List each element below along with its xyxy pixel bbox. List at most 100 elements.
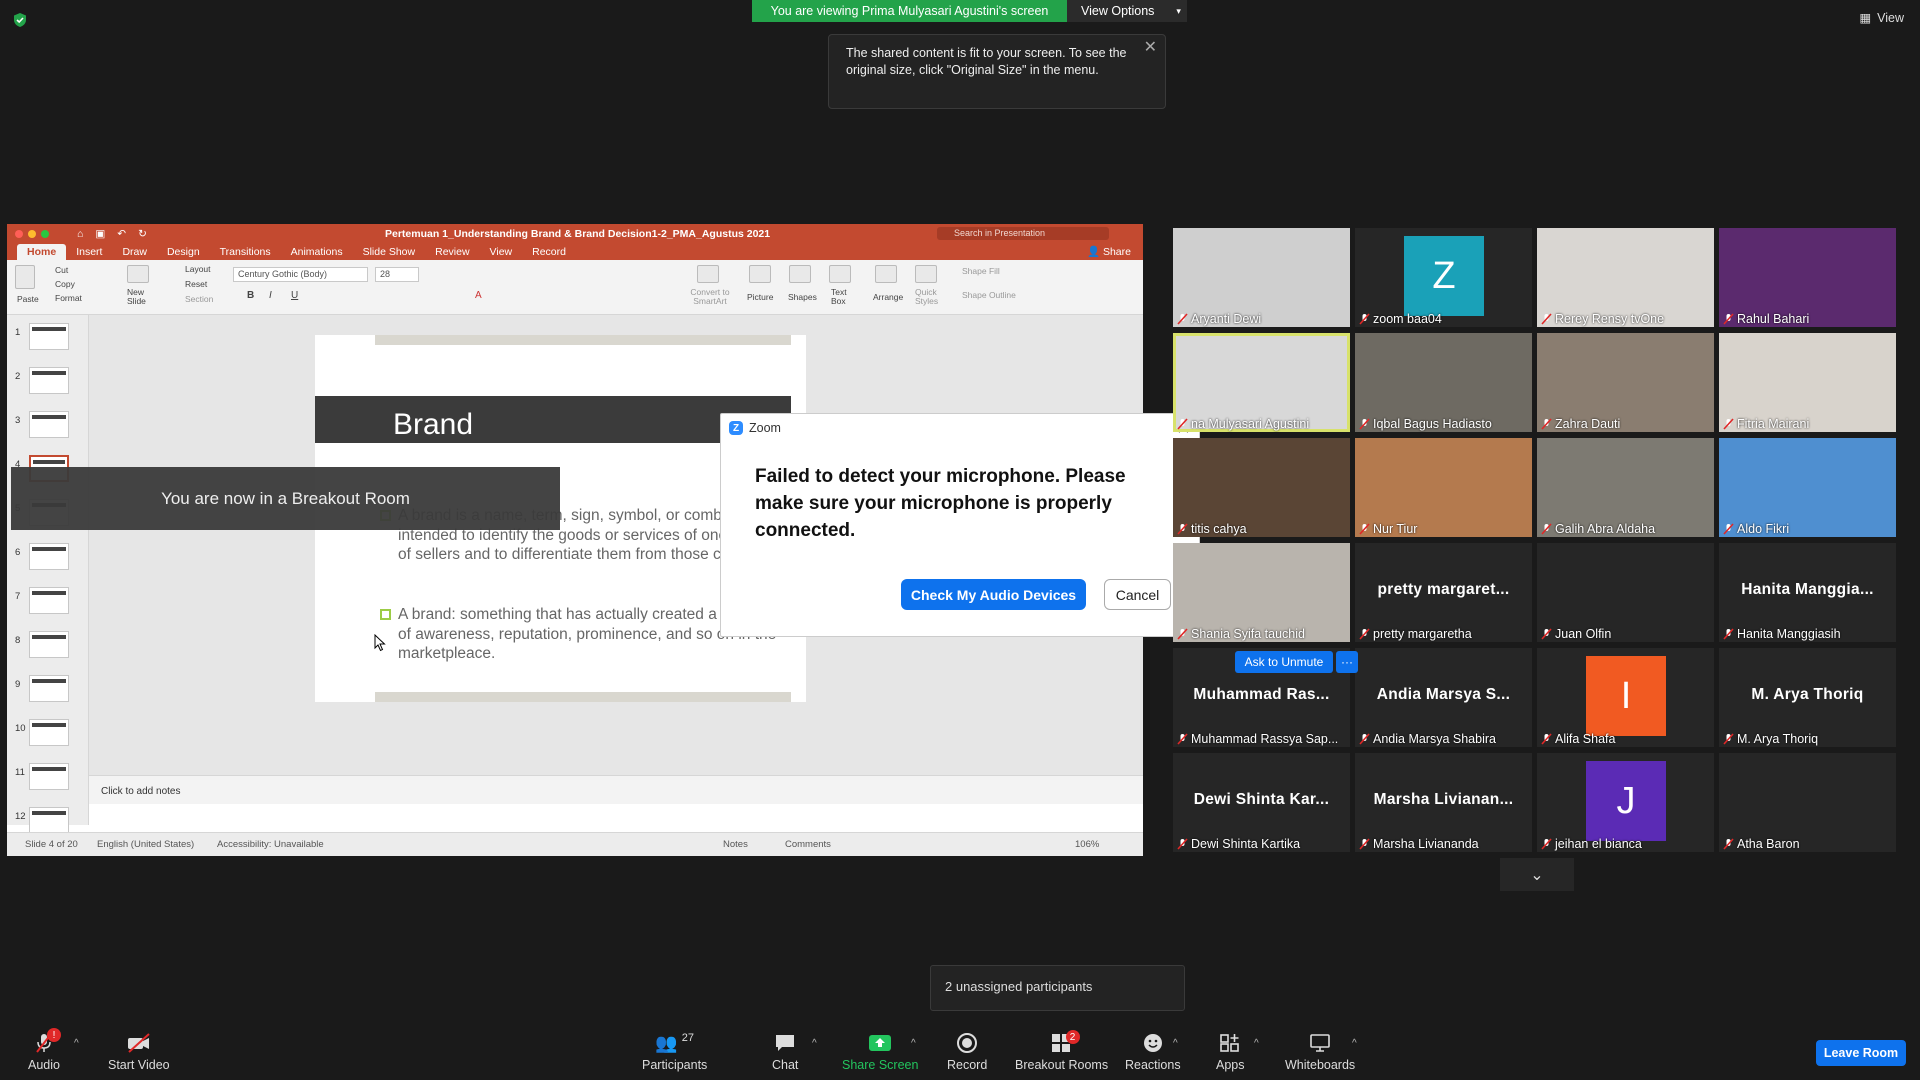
participant-tile[interactable]: Aryanti Dewi	[1173, 228, 1350, 327]
accessibility-status[interactable]: Accessibility: Unavailable	[217, 839, 324, 850]
paste-label[interactable]: Paste	[17, 294, 39, 304]
participant-tile[interactable]: Jjeihan el bianca	[1537, 753, 1714, 852]
underline-icon[interactable]: U	[291, 290, 298, 301]
participant-tile[interactable]: Hanita Manggia... Hanita Manggiasih	[1719, 543, 1896, 642]
undo-icon[interactable]: ↶	[117, 228, 126, 240]
notes-button[interactable]: Notes	[723, 839, 748, 850]
font-family-select[interactable]: Century Gothic (Body)	[233, 267, 368, 282]
text-box-label[interactable]: Text Box	[831, 288, 851, 306]
participant-tile[interactable]: Zahra Dauti	[1537, 333, 1714, 432]
apps-button[interactable]: Apps	[1216, 1032, 1245, 1072]
whiteboards-options-caret[interactable]: ^	[1352, 1038, 1357, 1049]
font-color-icon[interactable]: A	[475, 290, 482, 301]
convert-smartart-icon[interactable]	[697, 265, 719, 283]
zoom-level[interactable]: 106%	[1075, 839, 1099, 850]
home-icon[interactable]: ⌂	[77, 228, 83, 240]
picture-label[interactable]: Picture	[747, 292, 773, 302]
shape-fill-button[interactable]: Shape Fill	[962, 266, 1000, 276]
audio-button[interactable]: ! Audio	[28, 1028, 61, 1072]
arrange-label[interactable]: Arrange	[873, 292, 903, 302]
shape-outline-button[interactable]: Shape Outline	[962, 290, 1016, 300]
share-options-caret[interactable]: ^	[911, 1038, 916, 1049]
participant-tile[interactable]: Atha Baron	[1719, 753, 1896, 852]
close-icon[interactable]: ✕	[1144, 39, 1157, 56]
slide-thumbnail[interactable]	[29, 631, 69, 658]
chat-button[interactable]: Chat	[772, 1032, 798, 1072]
reset-button[interactable]: Reset	[185, 279, 207, 289]
participant-tile[interactable]: Rerey Rensy tvOne	[1537, 228, 1714, 327]
participant-tile[interactable]: Zzoom baa04	[1355, 228, 1532, 327]
slide-thumbnail[interactable]	[29, 719, 69, 746]
participant-tile[interactable]: Dewi Shinta Kar... Dewi Shinta Kartika	[1173, 753, 1350, 852]
participant-tile[interactable]: na Mulyasari Agustini	[1173, 333, 1350, 432]
participant-tile[interactable]: Rahul Bahari	[1719, 228, 1896, 327]
view-options-button[interactable]: View Options ▾	[1067, 0, 1187, 22]
format-button[interactable]: Format	[55, 293, 82, 303]
slide-thumbnail[interactable]	[29, 587, 69, 614]
shapes-icon[interactable]	[789, 265, 811, 283]
text-box-icon[interactable]	[829, 265, 851, 283]
view-button[interactable]: ▦ View	[1859, 10, 1904, 26]
more-options-button[interactable]: ···	[1336, 651, 1358, 673]
participant-tile[interactable]: Nur Tiur	[1355, 438, 1532, 537]
save-icon[interactable]: ▣	[95, 228, 105, 240]
shapes-label[interactable]: Shapes	[788, 292, 817, 302]
tab-draw[interactable]: Draw	[112, 244, 157, 260]
slide-thumbnail[interactable]	[29, 763, 69, 790]
participant-tile[interactable]: pretty margaret... pretty margaretha	[1355, 543, 1532, 642]
tab-insert[interactable]: Insert	[66, 244, 112, 260]
italic-icon[interactable]: I	[269, 290, 272, 301]
tab-animations[interactable]: Animations	[281, 244, 353, 260]
convert-smartart-label[interactable]: Convert to SmartArt	[687, 288, 733, 306]
tab-review[interactable]: Review	[425, 244, 479, 260]
quick-styles-icon[interactable]	[915, 265, 937, 283]
participant-tile[interactable]: Andia Marsya S... Andia Marsya Shabira	[1355, 648, 1532, 747]
slide-thumbnails-pane[interactable]: 1 2 3 4 5 6 7 8 9 10 11 12	[7, 315, 89, 834]
notes-pane[interactable]: Click to add notes	[89, 775, 1143, 804]
leave-room-button[interactable]: Leave Room	[1816, 1040, 1906, 1066]
security-shield-icon[interactable]	[12, 12, 28, 28]
slide-thumbnail[interactable]	[29, 675, 69, 702]
participant-tile[interactable]: Aldo Fikri	[1719, 438, 1896, 537]
picture-icon[interactable]	[749, 265, 771, 283]
slide-thumbnail[interactable]	[29, 367, 69, 394]
share-button[interactable]: 👤 Share	[1087, 245, 1131, 258]
search-presentation-input[interactable]: Search in Presentation	[937, 227, 1109, 240]
participant-tile[interactable]: Galih Abra Aldaha	[1537, 438, 1714, 537]
tab-transitions[interactable]: Transitions	[210, 244, 281, 260]
apps-options-caret[interactable]: ^	[1254, 1038, 1259, 1049]
cut-button[interactable]: Cut	[55, 265, 68, 275]
new-slide-label[interactable]: New Slide	[127, 288, 157, 306]
tab-view[interactable]: View	[480, 244, 523, 260]
new-slide-icon[interactable]	[127, 265, 149, 283]
audio-options-caret[interactable]: ^	[74, 1038, 79, 1049]
slide-thumbnail[interactable]	[29, 323, 69, 350]
section-button[interactable]: Section	[185, 294, 213, 304]
share-screen-button[interactable]: Share Screen	[842, 1032, 918, 1072]
slide-title[interactable]: Brand	[393, 408, 473, 442]
start-video-button[interactable]: Start Video	[108, 1032, 170, 1072]
font-size-select[interactable]: 28	[375, 267, 419, 282]
participant-tile[interactable]: Marsha Livianan... Marsha Liviananda	[1355, 753, 1532, 852]
bold-icon[interactable]: B	[247, 290, 254, 301]
comments-button[interactable]: Comments	[785, 839, 831, 850]
participant-tile[interactable]: Juan Olfin	[1537, 543, 1714, 642]
participant-tile[interactable]: Iqbal Bagus Hadiasto	[1355, 333, 1532, 432]
window-controls[interactable]	[15, 229, 49, 238]
slide-thumbnail[interactable]	[29, 807, 69, 834]
tab-record[interactable]: Record	[522, 244, 576, 260]
gallery-next-page-button[interactable]: ⌄	[1500, 858, 1574, 891]
arrange-icon[interactable]	[875, 265, 897, 283]
participant-tile[interactable]: M. Arya Thoriq M. Arya Thoriq	[1719, 648, 1896, 747]
ask-to-unmute-button[interactable]: Ask to Unmute	[1235, 651, 1333, 673]
participant-tile[interactable]: Fitria Mairani	[1719, 333, 1896, 432]
layout-button[interactable]: Layout	[185, 264, 211, 274]
slide-thumbnail[interactable]	[29, 411, 69, 438]
slide-thumbnail[interactable]	[29, 543, 69, 570]
redo-icon[interactable]: ↻	[138, 228, 147, 240]
paste-icon[interactable]	[15, 265, 35, 289]
record-button[interactable]: Record	[947, 1032, 987, 1072]
whiteboards-button[interactable]: Whiteboards	[1285, 1032, 1355, 1072]
breakout-rooms-button[interactable]: 2 Breakout Rooms	[1015, 1030, 1108, 1072]
language[interactable]: English (United States)	[97, 839, 194, 850]
